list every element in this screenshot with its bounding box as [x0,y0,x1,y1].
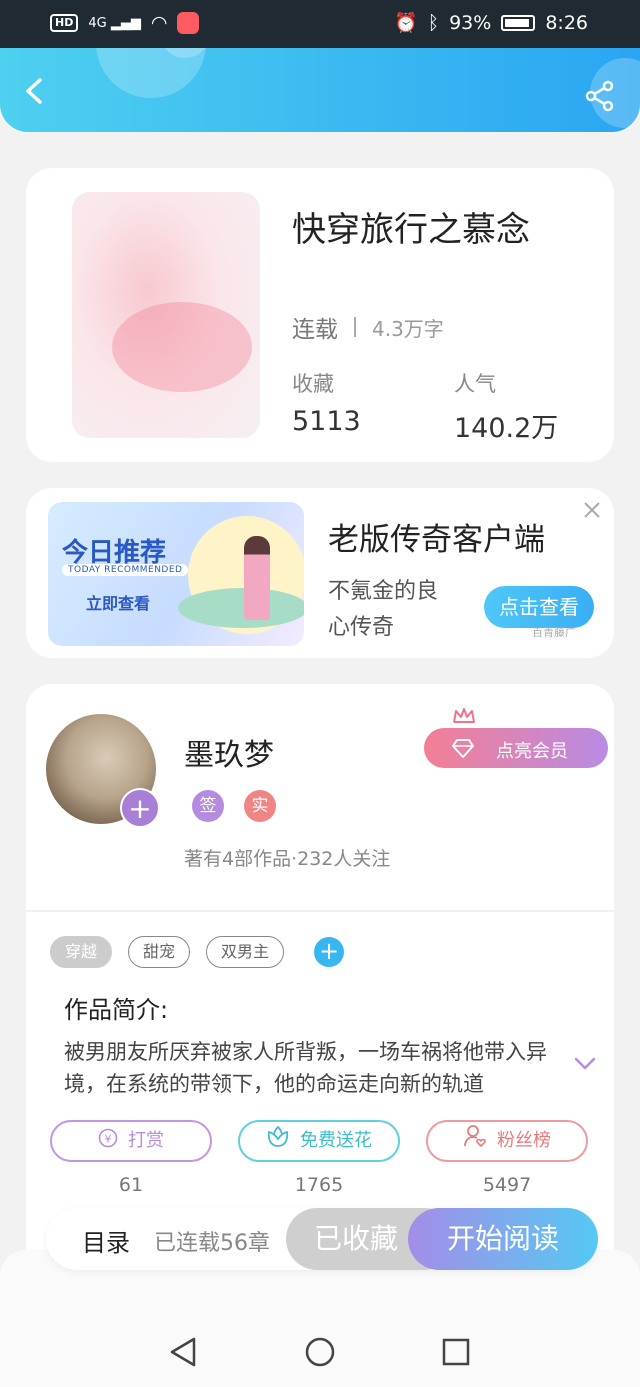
banner-bush [178,588,304,628]
fan-icon [463,1124,487,1162]
alarm-icon: ⏰ [394,12,418,34]
nav-recents-icon[interactable] [440,1336,472,1368]
reward-button[interactable]: ¥ 打赏 [50,1120,212,1162]
author-card: + 墨玖梦 签 实 著有4部作品·232人关注 点亮会员 穿越 甜宠 双男主 +… [26,684,614,1284]
clock: 8:26 [545,11,588,34]
bottom-action-bar: 目录 已连载56章 已收藏 开始阅读 [46,1208,598,1270]
nav-back-icon[interactable] [168,1336,200,1368]
ad-title: 老版传奇客户端 [328,522,545,558]
system-nav-bar [0,1250,640,1387]
hd-icon: HD [50,14,79,32]
book-word-count: 4.3万字 [372,316,444,341]
toc-button[interactable]: 目录 [82,1223,130,1258]
stat-favorites-value: 5113 [292,406,361,437]
badge-verified: 实 [244,790,276,822]
diamond-icon [452,739,474,758]
battery-percent: 93% [449,11,492,34]
status-right: ⏰ ᛒ 93% 8:26 [394,11,588,35]
ad-source: 百青藤广 [532,626,576,639]
add-tag-button[interactable]: + [314,937,345,967]
author-name[interactable]: 墨玖梦 [184,730,274,774]
book-title: 快穿旅行之慕念 [292,210,530,250]
tag-item[interactable]: 甜宠 [128,936,191,968]
reward-label: 打赏 [128,1130,164,1151]
status-bar: HD 4G ▂▄▆ ◠ ⏰ ᛒ 93% 8:26 [0,0,640,48]
ad-description: 不氪金的良心传奇 [328,579,439,640]
ad-card[interactable]: 今日推荐 TODAY RECOMMENDED 立即查看 老版传奇客户端 不氪金的… [26,488,614,658]
section-divider [26,910,614,912]
author-stats: 著有4部作品·232人关注 [184,848,391,870]
send-flower-label: 免费送花 [300,1130,372,1151]
reward-count: 61 [118,1174,144,1196]
flower-icon [266,1124,290,1162]
svg-text:¥: ¥ [105,1133,112,1146]
tag-item[interactable]: 双男主 [206,936,285,968]
stat-popularity-label: 人气 [454,372,496,396]
signal-icon: 4G ▂▄▆ [88,15,141,31]
status-left: HD 4G ▂▄▆ ◠ [50,12,200,34]
tag-list: 穿越 甜宠 双男主 + [50,936,345,968]
share-icon[interactable] [584,80,616,112]
fans-ranking-label: 粉丝榜 [497,1130,551,1151]
banner-subtitle: TODAY RECOMMENDED [62,564,189,576]
book-meta: 连载 4.3万字 [292,310,444,344]
crown-icon [453,708,475,723]
vip-button-label: 点亮会员 [496,741,568,762]
fans-count: 5497 [482,1174,532,1196]
book-info-card: 快穿旅行之慕念 连载 4.3万字 收藏 5113 人气 140.2万 [26,168,614,462]
wifi-icon: ◠ [150,12,168,34]
back-icon[interactable] [20,76,50,106]
follow-author-button[interactable]: + [120,788,160,828]
yuan-icon: ¥ [98,1124,118,1162]
nav-home-icon[interactable] [304,1336,336,1368]
intro-text: 被男朋友所厌弃被家人所背叛，一场车祸将他带入异境，在系统的带领下，他的命运走向新… [64,1040,547,1096]
intro-title: 作品简介: [64,996,169,1024]
vip-button[interactable]: 点亮会员 [424,708,608,768]
close-icon[interactable] [582,500,602,520]
header-bar [0,48,640,132]
chevron-down-icon[interactable] [574,1056,596,1072]
banner-girl-figure [244,536,270,620]
tag-item[interactable]: 穿越 [50,936,113,968]
badge-signed: 签 [192,790,224,822]
book-status: 连载 [292,317,338,343]
app-notification-icon [177,12,200,34]
network-type: 4G [88,15,107,31]
stat-favorites-label: 收藏 [292,372,334,396]
bluetooth-icon: ᛒ [427,11,440,34]
flower-count: 1765 [294,1174,344,1196]
fans-ranking-button[interactable]: 粉丝榜 [426,1120,588,1162]
banner-action: 立即查看 [86,594,151,613]
book-cover[interactable] [72,192,260,438]
ad-cta-button[interactable]: 点击查看 [484,586,594,628]
send-flower-button[interactable]: 免费送花 [238,1120,400,1162]
chapter-count: 已连载56章 [154,1231,270,1256]
meta-divider [354,317,356,337]
ad-banner-image[interactable]: 今日推荐 TODAY RECOMMENDED 立即查看 [48,502,304,646]
start-reading-button[interactable]: 开始阅读 [408,1208,598,1270]
stat-popularity-value: 140.2万 [454,413,559,444]
battery-icon [501,14,536,31]
